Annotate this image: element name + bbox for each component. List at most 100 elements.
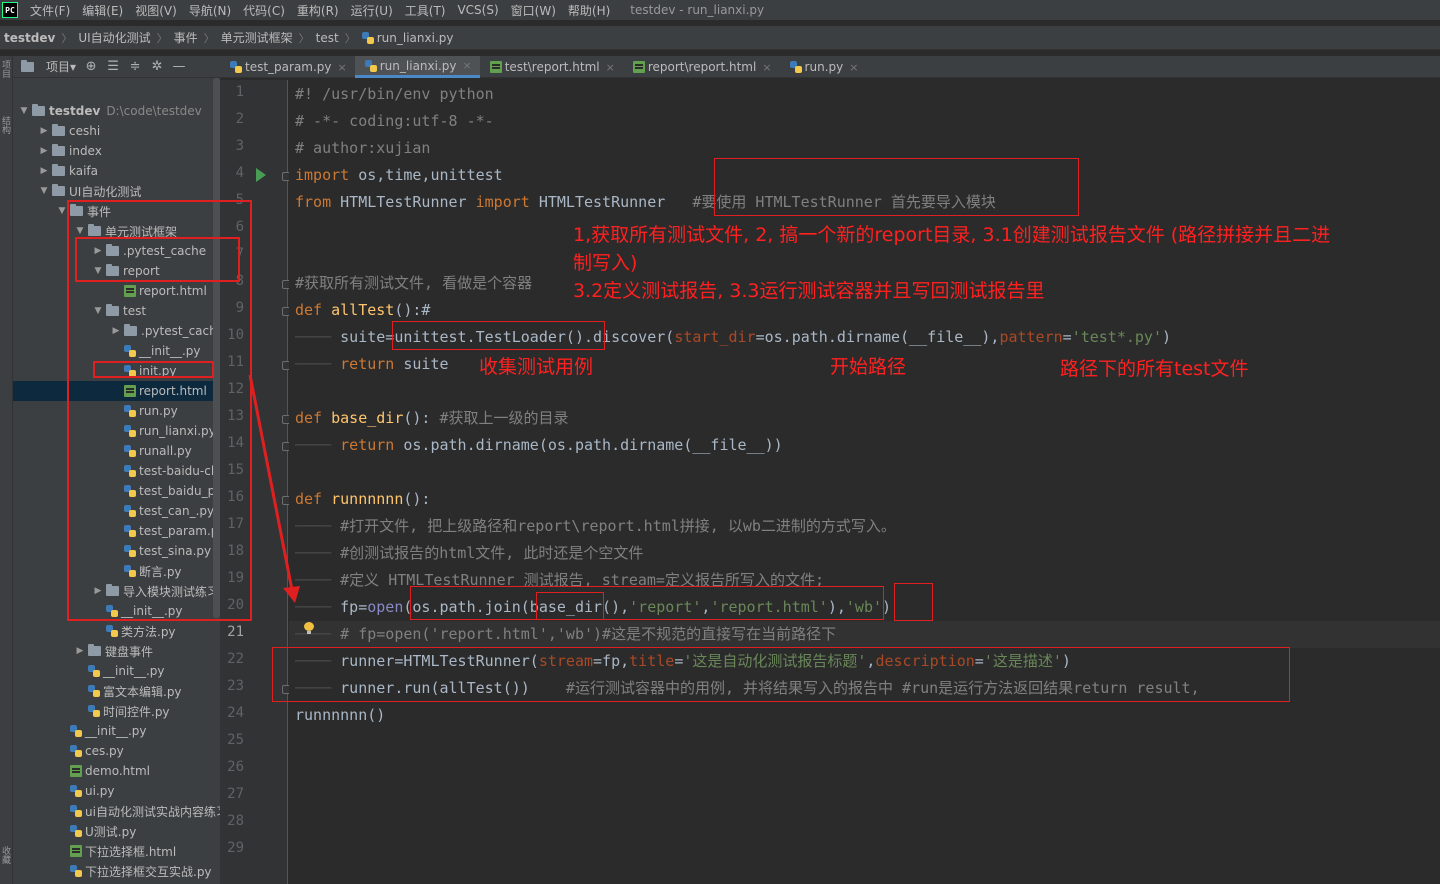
tree-item[interactable]: demo.html (56, 761, 150, 781)
menu-vcs[interactable]: VCS(S) (451, 3, 504, 17)
python-file-icon (88, 705, 100, 717)
tree-item[interactable]: 下拉选择框交互实战.py (56, 861, 212, 881)
menu-file[interactable]: 文件(F) (24, 2, 76, 19)
line-number: 27 (227, 786, 244, 802)
project-toolbar: 项目▾ ⊕ ☰ ≑ ✲ — (13, 56, 220, 78)
line-number: 28 (227, 813, 244, 829)
tree-item-label: __init__.py (103, 664, 165, 678)
chevron-down-icon[interactable]: ▼ (38, 186, 50, 196)
close-icon[interactable]: × (762, 61, 771, 74)
menu-view[interactable]: 视图(V) (129, 2, 183, 19)
folder-icon (52, 184, 65, 196)
tree-item[interactable]: ▼ UI自动化测试 (38, 181, 141, 201)
breadcrumb-item-unittest-framework[interactable]: 单元测试框架 (221, 29, 293, 46)
tool-window-structure[interactable]: 结构 (0, 116, 12, 134)
chevron-right-icon[interactable]: ▶ (38, 126, 50, 136)
breadcrumb-separator-icon: 〉 (344, 31, 356, 45)
project-view-selector[interactable]: 项目▾ (46, 58, 76, 75)
annotation-box-wb (894, 583, 933, 621)
editor-tab[interactable]: test_param.py × (220, 56, 355, 78)
tree-item[interactable]: __init__.py (74, 661, 165, 681)
tree-item-label: ui自动化测试实战内容练习 (85, 804, 220, 819)
menu-edit[interactable]: 编辑(E) (76, 2, 129, 19)
expand-all-icon[interactable]: ☰ (106, 59, 120, 74)
menu-code[interactable]: 代码(C) (237, 2, 291, 19)
tree-item[interactable]: ▶ 键盘事件 (74, 641, 153, 661)
line-number: 29 (227, 840, 244, 856)
breadcrumb-item-testdev[interactable]: testdev (4, 31, 55, 45)
chevron-right-icon[interactable]: ▶ (38, 146, 50, 156)
hide-icon[interactable]: — (172, 59, 186, 74)
code-line-21: ──── # fp=open('report.html','wb')#这是不规范… (295, 625, 837, 643)
pycharm-logo-icon: PC (2, 2, 18, 18)
chevron-right-icon[interactable]: ▶ (74, 646, 86, 656)
locate-icon[interactable]: ⊕ (84, 59, 98, 74)
tree-item[interactable]: ▶ index (38, 141, 102, 161)
menu-help[interactable]: 帮助(H) (562, 2, 616, 19)
gear-icon[interactable]: ✲ (150, 59, 164, 74)
tree-item[interactable]: U测试.py (56, 821, 136, 841)
python-file-icon (70, 725, 82, 737)
tree-item[interactable]: 下拉选择框.html (56, 841, 176, 861)
line-number: 24 (227, 705, 244, 721)
tool-window-favorites[interactable]: 收藏 (0, 846, 12, 864)
annotation-box-join (410, 586, 884, 620)
menu-window[interactable]: 窗口(W) (505, 2, 562, 19)
editor-tab-label: report\report.html (647, 60, 757, 74)
close-icon[interactable]: × (606, 61, 615, 74)
editor-tab[interactable]: run.py × (780, 56, 867, 78)
collapse-all-icon[interactable]: ≑ (128, 59, 142, 74)
lightbulb-icon[interactable] (304, 622, 314, 634)
tree-item-label: 类方法.py (121, 624, 176, 639)
line-number: 1 (235, 84, 244, 100)
menu-navigate[interactable]: 导航(N) (183, 2, 237, 19)
chevron-right-icon[interactable]: ▶ (38, 166, 50, 176)
code-line-16: def runnnnnn(): (295, 490, 431, 508)
editor-tab[interactable]: test\report.html × (480, 56, 623, 78)
editor-tabs: test_param.py × run_lianxi.py × test\report.… (220, 56, 1440, 78)
close-icon[interactable]: × (338, 61, 347, 74)
menu-refactor[interactable]: 重构(R) (291, 2, 345, 19)
left-tool-strip: 项目 结构 收藏 (0, 56, 13, 884)
tree-item-label: ceshi (69, 124, 101, 138)
tree-item[interactable]: 时间控件.py (74, 701, 170, 721)
tree-item[interactable]: ▶ ceshi (38, 121, 100, 141)
breadcrumb-item-file[interactable]: run_lianxi.py (377, 31, 454, 45)
close-icon[interactable]: × (849, 61, 858, 74)
menu-tools[interactable]: 工具(T) (399, 2, 452, 19)
tree-item-label: ui.py (85, 784, 115, 798)
python-file-icon (789, 61, 802, 73)
code-line-18: ──── #创测试报告的html文件, 此时还是个空文件 (295, 544, 644, 562)
breadcrumb-separator-icon: 〉 (298, 31, 310, 45)
editor-tab[interactable]: report\report.html × (623, 56, 780, 78)
tree-item[interactable]: ▼ testdev D:\code\testdev (18, 101, 202, 121)
breadcrumb-item-ui-test[interactable]: UI自动化测试 (78, 29, 150, 46)
tree-item-path: D:\code\testdev (106, 104, 202, 118)
chevron-down-icon[interactable]: ▼ (18, 106, 30, 116)
tree-item[interactable]: __init__.py (56, 721, 147, 741)
code-line-13: def base_dir(): #获取上一级的目录 (295, 409, 569, 427)
editor-tab[interactable]: run_lianxi.py × (354, 56, 480, 78)
tree-item[interactable]: ces.py (56, 741, 124, 761)
breadcrumb-item-events[interactable]: 事件 (174, 29, 198, 46)
line-number: 25 (227, 732, 244, 748)
tree-item[interactable]: ui.py (56, 781, 114, 801)
menu-run[interactable]: 运行(U) (345, 2, 399, 19)
menu-bar: PC 文件(F) 编辑(E) 视图(V) 导航(N) 代码(C) 重构(R) 运… (0, 0, 1440, 20)
tree-item[interactable]: ▶ kaifa (38, 161, 98, 181)
annotation-box-import (714, 158, 1079, 216)
run-icon[interactable] (256, 168, 266, 182)
annotation-collect-cases: 收集测试用例 (479, 356, 594, 378)
code-line-17: ──── #打开文件, 把上级路径和report\report.html拼接, … (295, 517, 896, 535)
tree-item[interactable]: 富文本编辑.py (74, 681, 182, 701)
tree-item-label: demo.html (85, 764, 150, 778)
code-line-11: ──── return suite (295, 355, 449, 373)
code-line-25: runnnnnn() (295, 706, 386, 724)
tree-item[interactable]: 类方法.py (92, 621, 176, 641)
annotation-box-basedir (536, 592, 604, 620)
tool-window-project[interactable]: 项目 (0, 60, 12, 78)
close-icon[interactable]: × (463, 59, 472, 72)
tree-item[interactable]: ui自动化测试实战内容练习 (56, 801, 220, 821)
tree-item-label: ces.py (85, 744, 124, 758)
breadcrumb-item-test[interactable]: test (316, 31, 339, 45)
